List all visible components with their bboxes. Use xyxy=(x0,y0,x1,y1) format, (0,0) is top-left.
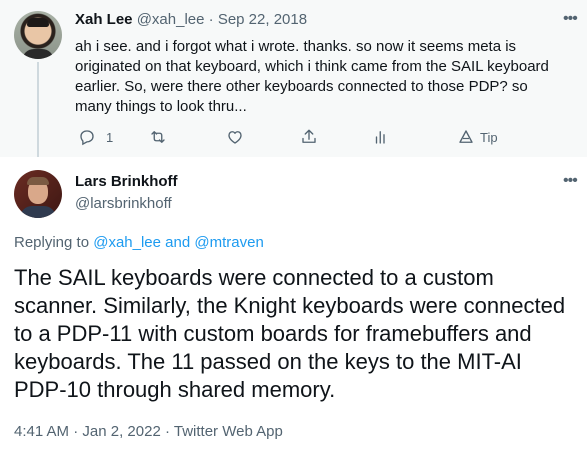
author-handle[interactable]: @larsbrinkhoff xyxy=(75,195,172,212)
reply-button[interactable]: 1 xyxy=(78,128,113,146)
analytics-icon xyxy=(375,131,385,144)
avatar-shirt xyxy=(22,49,54,59)
tweet-meta: 4:41 AM · Jan 2, 2022 · Twitter Web App xyxy=(14,423,283,440)
reply-count: 1 xyxy=(106,129,114,145)
tweet-time[interactable]: 4:41 AM xyxy=(14,423,69,440)
author-name[interactable]: Xah Lee xyxy=(75,11,133,28)
reply-icon xyxy=(80,130,94,146)
mention-link[interactable]: @xah_lee xyxy=(93,234,161,251)
author-handle[interactable]: @xah_lee xyxy=(137,11,205,28)
retweet-icon xyxy=(151,131,165,143)
tip-label: Tip xyxy=(480,129,498,145)
more-icon[interactable]: ••• xyxy=(563,173,581,189)
avatar-shirt xyxy=(20,206,56,218)
avatar[interactable] xyxy=(14,170,62,218)
avatar[interactable] xyxy=(14,11,62,59)
header-separator: · xyxy=(208,11,214,28)
tweet-text: ah i see. and i forgot what i wrote. tha… xyxy=(75,38,549,115)
thread-line xyxy=(37,62,39,157)
tweet-header: Xah Lee @xah_lee · Sep 22, 2018 xyxy=(75,11,307,28)
replying-to: Replying to @xah_lee and @mtraven xyxy=(14,234,264,251)
meta-separator: · xyxy=(164,423,170,440)
meta-separator: · xyxy=(73,423,79,440)
avatar-hair xyxy=(27,177,49,185)
mention-link[interactable]: @mtraven xyxy=(194,234,263,251)
tip-icon xyxy=(459,130,473,143)
tip-button[interactable]: Tip xyxy=(457,128,498,146)
tweet-actions: 1 Tip xyxy=(75,128,555,146)
like-button[interactable] xyxy=(226,128,244,146)
share-button[interactable] xyxy=(300,128,318,146)
replying-conjunction: and xyxy=(165,234,191,251)
like-icon xyxy=(228,131,242,144)
avatar-hair xyxy=(27,18,49,27)
tweet-text: The SAIL keyboards were connected to a c… xyxy=(14,265,566,402)
reply-tweet[interactable]: Xah Lee @xah_lee · Sep 22, 2018 ••• ah i… xyxy=(0,0,587,157)
share-icon xyxy=(302,129,316,143)
author-name[interactable]: Lars Brinkhoff xyxy=(75,173,178,190)
tweet-date[interactable]: Jan 2, 2022 xyxy=(82,423,160,440)
more-icon[interactable]: ••• xyxy=(563,11,581,27)
tweet-source[interactable]: Twitter Web App xyxy=(174,423,283,440)
analytics-button[interactable] xyxy=(372,128,390,146)
tweet-date[interactable]: Sep 22, 2018 xyxy=(218,11,307,28)
retweet-button[interactable] xyxy=(149,128,167,146)
replying-prefix: Replying to xyxy=(14,234,90,251)
